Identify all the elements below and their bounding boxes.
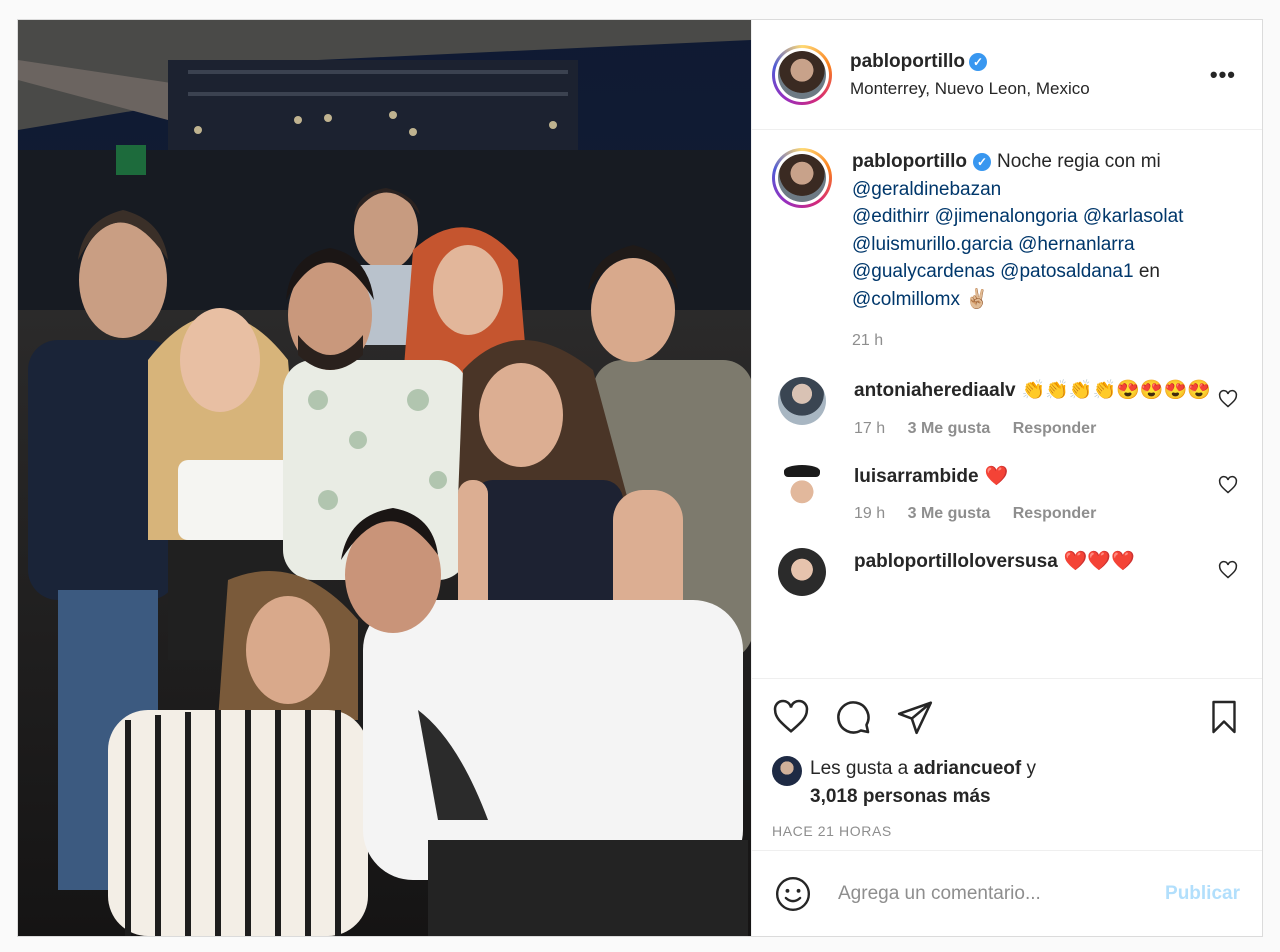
mention-link[interactable]: @luismurillo.garcia — [852, 234, 1013, 255]
caption-text: en — [1138, 261, 1160, 282]
caption-timestamp[interactable]: 21 h — [852, 332, 883, 349]
likes-suffix: y — [1026, 758, 1037, 779]
comment-text: ❤️ — [984, 465, 1009, 487]
verified-badge-icon: ✓ — [969, 52, 988, 71]
more-options-icon[interactable]: ••• — [1210, 62, 1236, 88]
comment-like-heart-icon[interactable] — [1218, 475, 1238, 495]
heart-icon[interactable] — [772, 698, 810, 736]
likes-count[interactable]: 3,018 personas más — [810, 786, 991, 807]
comment-timestamp[interactable]: 17 h — [854, 420, 885, 437]
post-header: pabloportillo ✓ Monterrey, Nuevo Leon, Me… — [752, 20, 1262, 130]
comment-username[interactable]: pabloportilloloversusa — [854, 551, 1058, 572]
mention-link[interactable]: @gualycardenas — [852, 261, 995, 282]
comment-likes[interactable]: 3 Me gusta — [908, 420, 991, 437]
comment-timestamp[interactable]: 19 h — [854, 505, 885, 522]
commenter-avatar[interactable] — [778, 462, 826, 511]
mention-link[interactable]: @edithirr — [852, 206, 929, 227]
post-card: pabloportillo ✓ Monterrey, Nuevo Leon, Me… — [17, 19, 1263, 937]
paper-plane-icon[interactable] — [896, 698, 934, 736]
mention-link[interactable]: @hernanlarra — [1018, 234, 1134, 255]
caption-emoji: ✌🏼 — [965, 288, 989, 310]
reply-button[interactable]: Responder — [1013, 505, 1097, 522]
comment-item: pabloportilloloversusa ❤️❤️❤️ — [772, 548, 1242, 596]
likes-prefix: Les gusta a — [810, 758, 909, 779]
caption-text: Noche regia con mi — [997, 151, 1161, 172]
caption: pabloportillo ✓ Noche regia con mi @gerald… — [772, 148, 1242, 351]
comment-like-heart-icon[interactable] — [1218, 560, 1238, 580]
commenter-avatar[interactable] — [778, 377, 826, 425]
comment-username[interactable]: antoniaherediaalv — [854, 380, 1016, 401]
comment-item: luisarrambide ❤️ 19 h 3 Me gusta Responde… — [772, 462, 1242, 525]
comment-like-heart-icon[interactable] — [1218, 389, 1238, 409]
author-username[interactable]: pabloportillo — [850, 51, 965, 72]
comment-item: antoniaherediaalv 👏👏👏👏😍😍😍😍 17 h 3 Me gust… — [772, 377, 1242, 439]
commenter-avatar[interactable] — [778, 548, 826, 596]
verified-badge-icon: ✓ — [973, 153, 992, 171]
smiley-icon[interactable] — [774, 875, 812, 913]
comment-text: ❤️❤️❤️ — [1063, 551, 1135, 572]
mention-link[interactable]: @patosaldana1 — [1000, 261, 1133, 282]
caption-author-avatar[interactable] — [772, 148, 832, 208]
likes-summary: Les gusta a adriancueof y 3,018 personas… — [772, 755, 1242, 811]
post-location[interactable]: Monterrey, Nuevo Leon, Mexico — [850, 79, 1090, 99]
add-comment-bar: Publicar — [752, 850, 1262, 936]
post-photo[interactable] — [18, 20, 751, 936]
liker-username[interactable]: adriancueof — [914, 758, 1022, 779]
liker-avatar[interactable] — [772, 756, 802, 786]
mention-link[interactable]: @colmillomx — [852, 289, 960, 310]
comments-list[interactable]: pabloportillo ✓ Noche regia con mi @gerald… — [752, 130, 1262, 678]
mention-link[interactable]: @geraldinebazan — [852, 179, 1001, 200]
post-actions: Les gusta a adriancueof y 3,018 personas… — [752, 678, 1262, 850]
publish-button[interactable]: Publicar — [1165, 883, 1240, 905]
author-avatar[interactable] — [772, 44, 832, 105]
caption-username[interactable]: pabloportillo — [852, 151, 967, 172]
group-photo-illustration — [18, 20, 751, 936]
bookmark-icon[interactable] — [1206, 697, 1242, 737]
comment-text: 👏👏👏👏😍😍😍😍 — [1021, 380, 1211, 401]
comment-username[interactable]: luisarrambide — [854, 466, 979, 487]
post-time-ago[interactable]: HACE 21 HORAS — [772, 823, 1242, 839]
reply-button[interactable]: Responder — [1013, 420, 1097, 437]
comment-input[interactable] — [836, 881, 1166, 906]
mention-link[interactable]: @jimenalongoria — [935, 206, 1078, 227]
comment-icon[interactable] — [834, 698, 872, 736]
post-side-panel: pabloportillo ✓ Monterrey, Nuevo Leon, Me… — [751, 20, 1262, 936]
mention-link[interactable]: @karlasolat — [1083, 206, 1184, 227]
comment-likes[interactable]: 3 Me gusta — [908, 505, 991, 522]
